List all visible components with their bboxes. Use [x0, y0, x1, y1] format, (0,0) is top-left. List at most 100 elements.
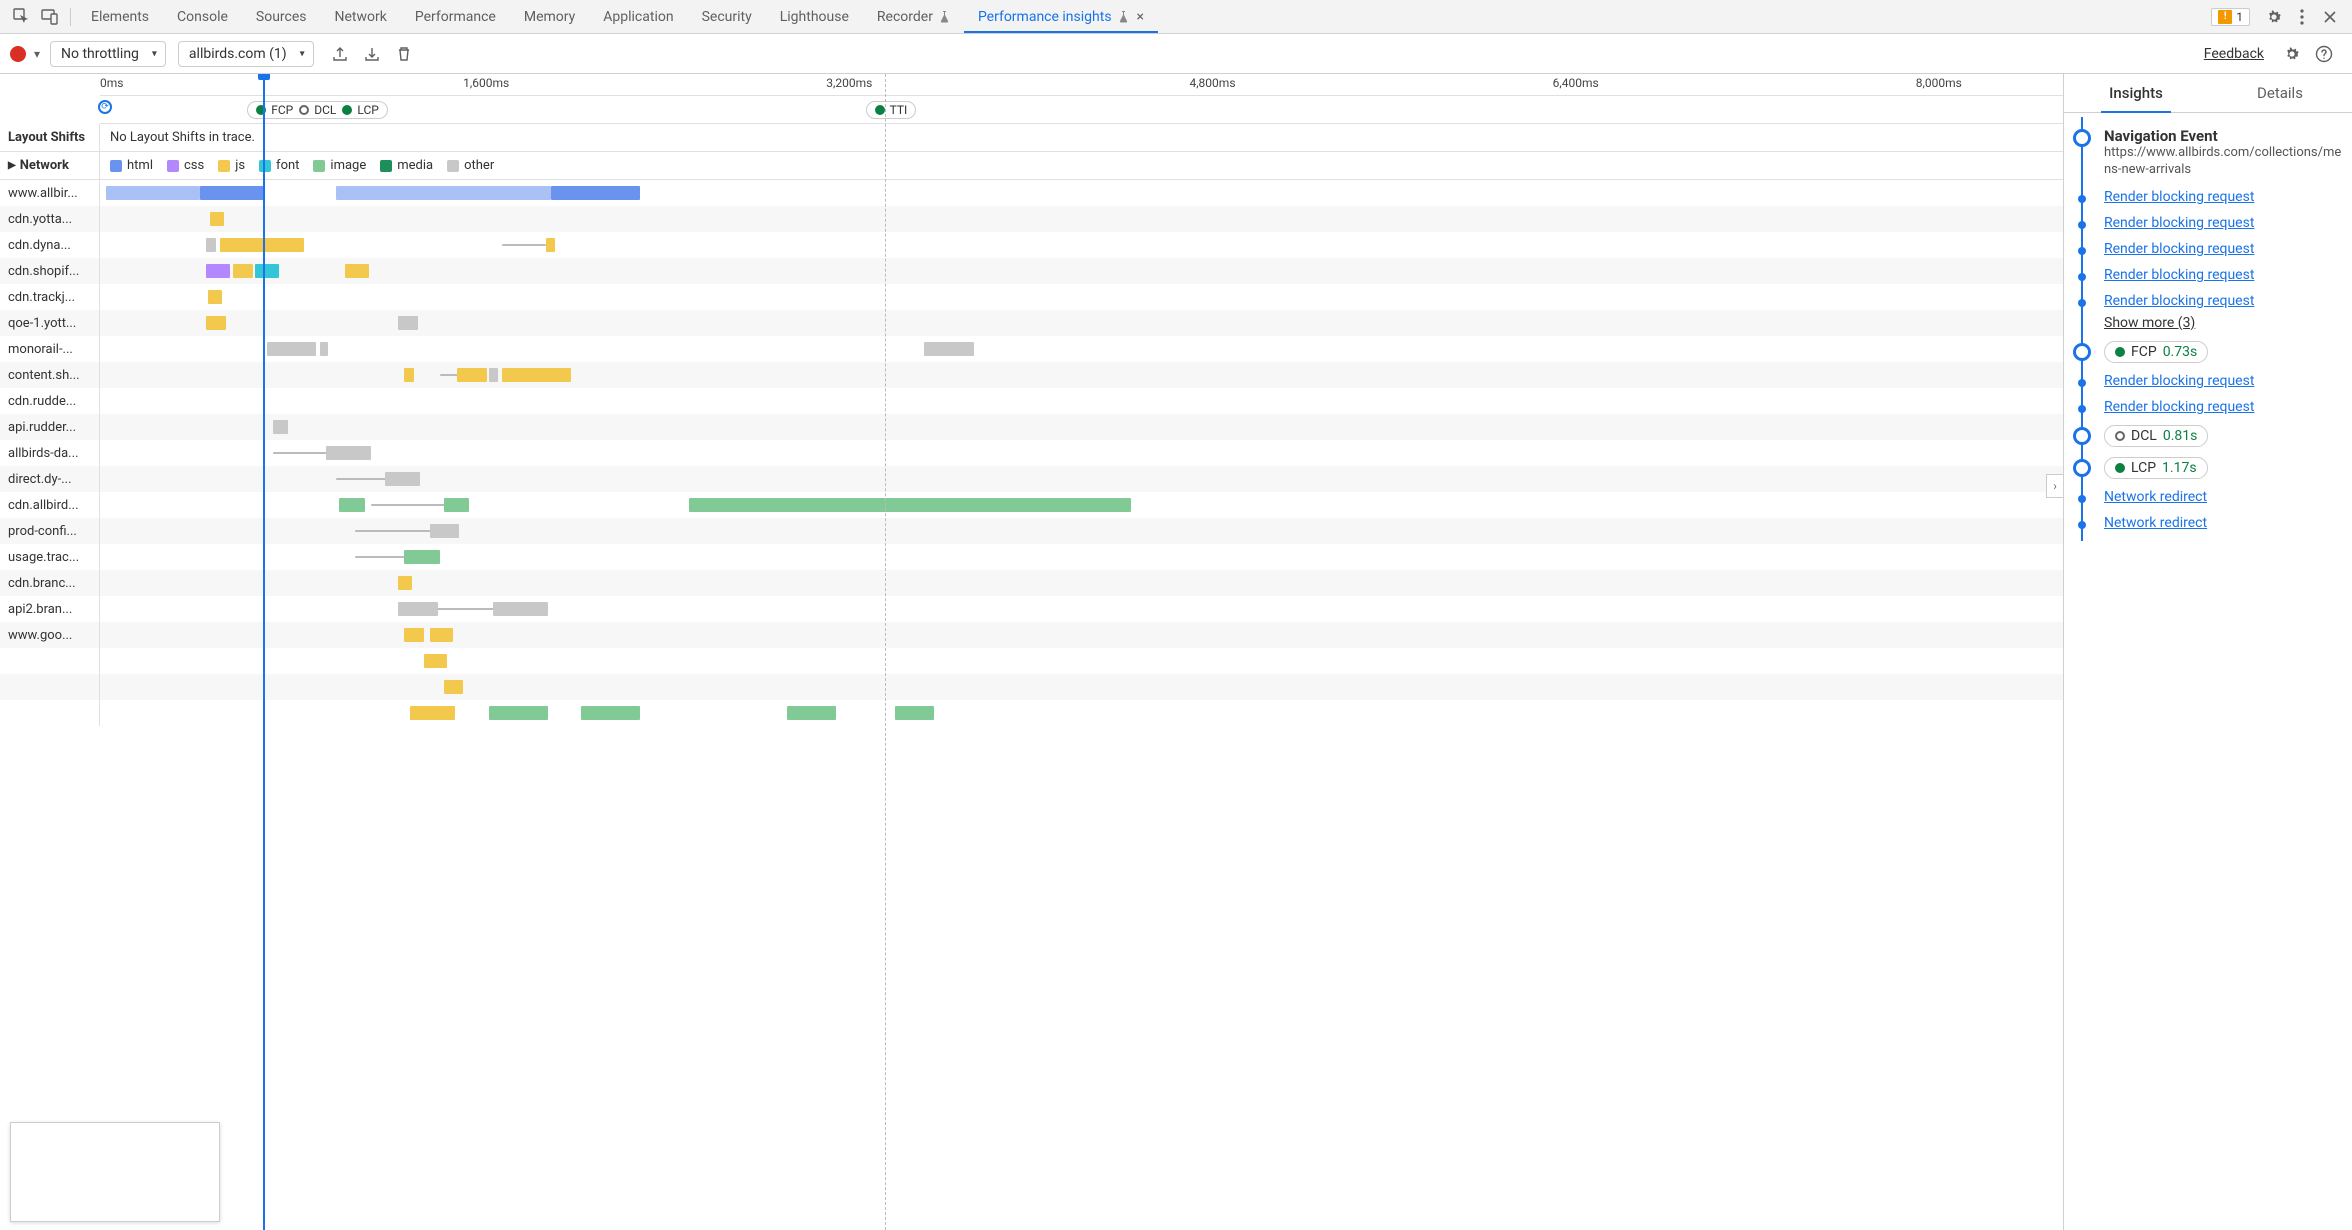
request-bar[interactable] [206, 238, 216, 252]
request-bar[interactable] [489, 706, 548, 720]
request-bar[interactable] [339, 498, 365, 512]
request-bar[interactable] [457, 368, 486, 382]
export-icon[interactable] [326, 40, 354, 68]
tab-sources[interactable]: Sources [242, 0, 321, 33]
request-bar[interactable] [355, 556, 410, 558]
request-bar[interactable] [220, 238, 304, 252]
network-row[interactable]: usage.trac... [0, 544, 2063, 570]
network-row[interactable]: allbirds-da... [0, 440, 2063, 466]
request-bar[interactable] [398, 316, 418, 330]
tab-console[interactable]: Console [163, 0, 242, 33]
network-row[interactable]: api.rudder... [0, 414, 2063, 440]
request-bar[interactable] [273, 452, 332, 454]
insight-link[interactable]: Render blocking request [2104, 373, 2254, 389]
device-toolbar-icon[interactable] [36, 3, 64, 31]
request-bar[interactable] [430, 524, 459, 538]
time-ruler[interactable]: 0ms1,600ms3,200ms4,800ms6,400ms8,000ms [100, 74, 2063, 96]
request-bar[interactable] [267, 342, 316, 356]
request-bar[interactable] [424, 654, 448, 668]
close-devtools-icon[interactable] [2316, 3, 2344, 31]
tab-recorder[interactable]: Recorder [863, 0, 964, 33]
tab-details[interactable]: Details [2208, 74, 2352, 112]
feedback-link[interactable]: Feedback [2204, 46, 2264, 62]
tab-elements[interactable]: Elements [77, 0, 163, 33]
network-row[interactable]: monorail-... [0, 336, 2063, 362]
request-bar[interactable] [326, 446, 371, 460]
network-row[interactable]: cdn.rudde... [0, 388, 2063, 414]
settings-gear-icon[interactable] [2260, 3, 2288, 31]
request-bar[interactable] [273, 420, 289, 434]
metric-pill-lcp[interactable]: LCP1.17s [2104, 457, 2208, 479]
tab-network[interactable]: Network [321, 0, 401, 33]
insight-link[interactable]: Render blocking request [2104, 293, 2254, 309]
insights-list[interactable]: Navigation Eventhttps://www.allbirds.com… [2064, 113, 2352, 1230]
request-bar[interactable] [493, 602, 548, 616]
request-bar[interactable] [787, 706, 836, 720]
metric-pill-group[interactable]: FCPDCLLCP [247, 101, 388, 119]
network-row[interactable] [0, 674, 2063, 700]
network-row[interactable]: api2.bran... [0, 596, 2063, 622]
request-bar[interactable] [489, 368, 499, 382]
request-bar[interactable] [502, 368, 571, 382]
gear-icon[interactable] [2278, 40, 2306, 68]
profile-dropdown[interactable]: allbirds.com (1) [178, 41, 314, 67]
request-bar[interactable] [336, 186, 552, 200]
request-bar[interactable] [255, 264, 279, 278]
request-bar[interactable] [404, 368, 414, 382]
network-row[interactable]: prod-confi... [0, 518, 2063, 544]
request-bar[interactable] [581, 706, 640, 720]
throttling-dropdown[interactable]: No throttling [50, 41, 166, 67]
request-bar[interactable] [200, 186, 265, 200]
insight-link[interactable]: Render blocking request [2104, 241, 2254, 257]
network-row[interactable] [0, 700, 2063, 726]
metric-pill-fcp[interactable]: FCP0.73s [2104, 341, 2208, 363]
network-row[interactable]: www.goo... [0, 622, 2063, 648]
request-bar[interactable] [895, 706, 934, 720]
request-bar[interactable] [206, 264, 230, 278]
metric-pill-tti[interactable]: TTI [866, 101, 917, 119]
issues-badge[interactable]: ! 1 [2211, 8, 2250, 26]
tab-performance-insights[interactable]: Performance insights× [964, 0, 1158, 33]
tab-insights[interactable]: Insights [2064, 74, 2208, 112]
insight-link[interactable]: Render blocking request [2104, 189, 2254, 205]
request-bar[interactable] [434, 706, 454, 720]
insight-link[interactable]: Network redirect [2104, 515, 2207, 531]
network-row[interactable] [0, 648, 2063, 674]
tab-application[interactable]: Application [589, 0, 687, 33]
request-bar[interactable] [546, 238, 556, 252]
insight-link[interactable]: Render blocking request [2104, 399, 2254, 415]
insight-link[interactable]: Network redirect [2104, 489, 2207, 505]
request-bar[interactable] [345, 264, 369, 278]
collapse-sidebar-toggle[interactable]: › [2046, 474, 2064, 498]
network-row[interactable]: direct.dy-... [0, 466, 2063, 492]
request-bar[interactable] [206, 316, 226, 330]
request-bar[interactable] [398, 602, 437, 616]
record-menu-chevron-icon[interactable]: ▾ [34, 47, 40, 61]
tab-memory[interactable]: Memory [510, 0, 589, 33]
request-bar[interactable] [502, 244, 545, 246]
network-row[interactable]: cdn.trackj... [0, 284, 2063, 310]
request-bar[interactable] [551, 186, 639, 200]
delete-icon[interactable] [390, 40, 418, 68]
request-bar[interactable] [106, 186, 200, 200]
tab-performance[interactable]: Performance [401, 0, 510, 33]
request-bar[interactable] [210, 212, 224, 226]
request-bar[interactable] [444, 498, 470, 512]
insight-link[interactable]: Render blocking request [2104, 267, 2254, 283]
network-row[interactable]: cdn.branc... [0, 570, 2063, 596]
request-bar[interactable] [398, 576, 412, 590]
request-bar[interactable] [355, 530, 434, 532]
request-bar[interactable] [444, 680, 464, 694]
insight-link[interactable]: Render blocking request [2104, 215, 2254, 231]
network-label[interactable]: ▶ Network [0, 152, 100, 179]
request-bar[interactable] [924, 342, 973, 356]
request-bar[interactable] [404, 550, 439, 564]
request-bar[interactable] [430, 628, 454, 642]
network-row[interactable]: content.sh... [0, 362, 2063, 388]
network-row[interactable]: qoe-1.yott... [0, 310, 2063, 336]
import-icon[interactable] [358, 40, 386, 68]
record-button[interactable] [10, 46, 26, 62]
show-more-link[interactable]: Show more (3) [2104, 315, 2342, 331]
request-bar[interactable] [233, 264, 253, 278]
network-row[interactable]: cdn.yotta... [0, 206, 2063, 232]
